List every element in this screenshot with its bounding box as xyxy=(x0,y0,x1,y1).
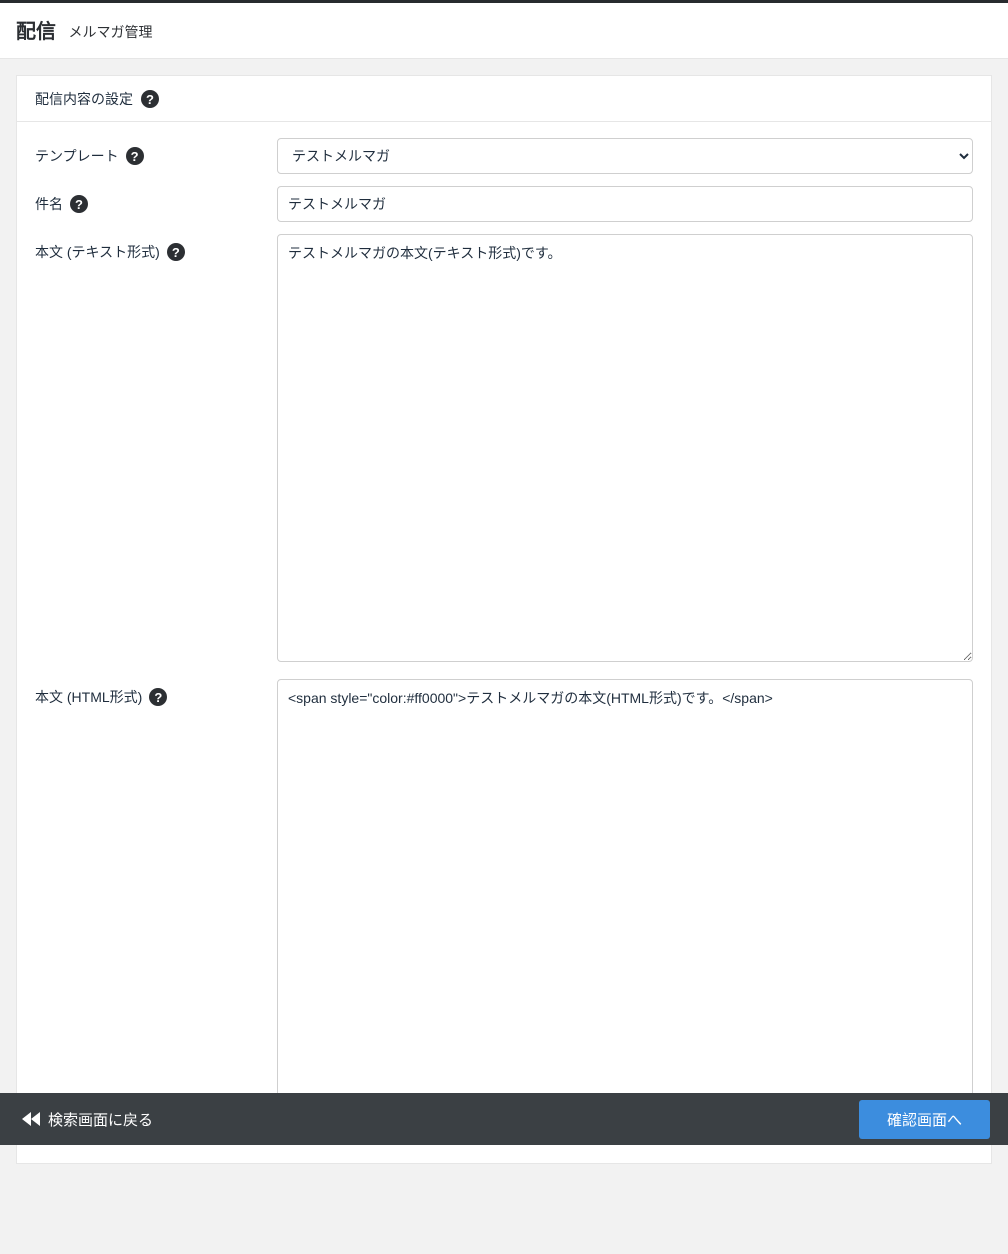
body-html-textarea[interactable] xyxy=(277,679,973,1107)
breadcrumb-sub: メルマガ管理 xyxy=(68,24,152,40)
template-select[interactable]: テストメルマガ xyxy=(277,138,973,174)
label-body-html: 本文 (HTML形式) ? xyxy=(35,679,277,707)
breadcrumb-main: 配信 xyxy=(16,21,64,43)
label-body-html-text: 本文 (HTML形式) xyxy=(35,687,142,707)
row-subject: 件名 ? xyxy=(35,186,973,222)
label-template-text: テンプレート xyxy=(35,146,119,166)
subject-input[interactable] xyxy=(277,186,973,222)
label-subject-text: 件名 xyxy=(35,194,63,214)
help-icon[interactable]: ? xyxy=(126,147,144,165)
help-icon[interactable]: ? xyxy=(141,90,159,108)
field-template: テストメルマガ xyxy=(277,138,973,174)
back-label: 検索画面に戻る xyxy=(48,1109,153,1130)
page-area: 配信内容の設定 ? テンプレート ? テストメルマガ 件名 xyxy=(0,59,1008,1254)
footer-bar: 検索画面に戻る 確認画面へ xyxy=(0,1093,1008,1145)
field-body-html xyxy=(277,679,973,1112)
field-body-text xyxy=(277,234,973,667)
card-title: 配信内容の設定 xyxy=(35,89,133,109)
row-body-html: 本文 (HTML形式) ? xyxy=(35,679,973,1112)
help-icon[interactable]: ? xyxy=(149,688,167,706)
settings-card: 配信内容の設定 ? テンプレート ? テストメルマガ 件名 xyxy=(16,75,992,1164)
help-icon[interactable]: ? xyxy=(167,243,185,261)
help-icon[interactable]: ? xyxy=(70,195,88,213)
label-body-text-text: 本文 (テキスト形式) xyxy=(35,242,160,262)
label-template: テンプレート ? xyxy=(35,138,277,166)
card-body: テンプレート ? テストメルマガ 件名 ? xyxy=(17,122,991,1163)
label-subject: 件名 ? xyxy=(35,186,277,214)
rewind-icon xyxy=(22,1112,40,1126)
body-text-textarea[interactable] xyxy=(277,234,973,662)
row-template: テンプレート ? テストメルマガ xyxy=(35,138,973,174)
confirm-button[interactable]: 確認画面へ xyxy=(859,1100,990,1139)
row-body-text: 本文 (テキスト形式) ? xyxy=(35,234,973,667)
field-subject xyxy=(277,186,973,222)
label-body-text: 本文 (テキスト形式) ? xyxy=(35,234,277,262)
page-header: 配信 メルマガ管理 xyxy=(0,3,1008,59)
card-title-row: 配信内容の設定 ? xyxy=(17,76,991,122)
back-to-search-button[interactable]: 検索画面に戻る xyxy=(22,1109,153,1130)
